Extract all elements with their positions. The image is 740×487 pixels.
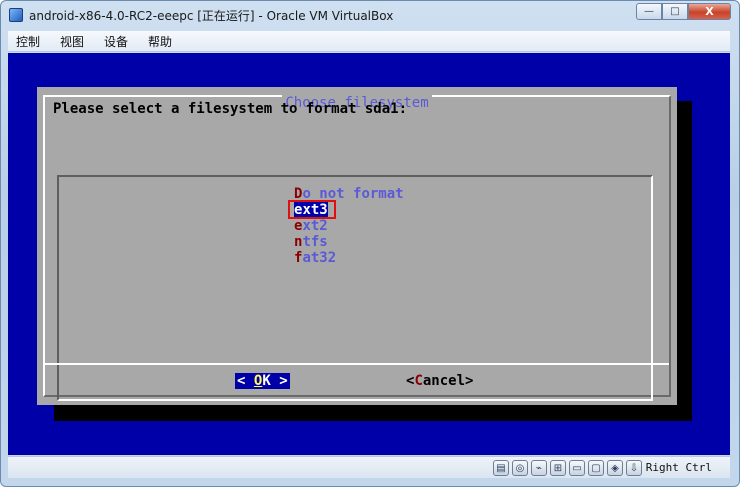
filesystem-list[interactable] (57, 175, 653, 403)
dialog-prompt: Please select a filesystem to format sda… (53, 101, 408, 117)
selection-marker (288, 200, 336, 219)
ok-button[interactable]: < OK > (235, 373, 290, 389)
menu-view[interactable]: 视图 (58, 32, 86, 51)
virtualbox-app-icon (9, 8, 23, 22)
minimize-icon: — (644, 6, 654, 17)
optical-disk-icon[interactable]: ◎ (512, 460, 528, 476)
minimize-button[interactable]: — (636, 3, 662, 20)
maximize-icon: □ (670, 6, 680, 17)
host-key-label: Right Ctrl (645, 461, 712, 474)
cancel-button[interactable]: <Cancel> (406, 373, 473, 389)
close-icon: X (705, 5, 714, 18)
network-icon[interactable]: ⊞ (550, 460, 566, 476)
close-button[interactable]: X (688, 3, 731, 20)
window-title: android-x86-4.0-RC2-eeepc [正在运行] - Oracl… (29, 9, 394, 23)
keyboard-capture-icon[interactable]: ⇩ (626, 460, 642, 476)
listbox-border (57, 175, 653, 401)
filesystem-dialog: Choose filesystem Please select a filesy… (37, 87, 677, 405)
display-icon[interactable]: ▢ (588, 460, 604, 476)
option-fat32[interactable]: fat32 (294, 250, 336, 266)
status-bar: ▤ ◎ ⌁ ⊞ ▭ ▢ ◈ ⇩ Right Ctrl (8, 456, 730, 478)
usb-icon[interactable]: ⌁ (531, 460, 547, 476)
window-controls: — □ X (636, 3, 731, 20)
option-ntfs[interactable]: ntfs (294, 234, 328, 250)
menu-devices[interactable]: 设备 (102, 32, 130, 51)
menu-help[interactable]: 帮助 (146, 32, 174, 51)
hard-disk-icon[interactable]: ▤ (493, 460, 509, 476)
menu-bar: 控制 视图 设备 帮助 (8, 31, 730, 52)
title-bar[interactable]: android-x86-4.0-RC2-eeepc [正在运行] - Oracl… (1, 1, 739, 29)
virtualbox-window: android-x86-4.0-RC2-eeepc [正在运行] - Oracl… (0, 0, 740, 487)
mouse-integration-icon[interactable]: ◈ (607, 460, 623, 476)
status-icons: ▤ ◎ ⌁ ⊞ ▭ ▢ ◈ ⇩ (493, 460, 642, 476)
shared-folders-icon[interactable]: ▭ (569, 460, 585, 476)
option-ext2[interactable]: ext2 (294, 218, 328, 234)
menu-control[interactable]: 控制 (14, 32, 42, 51)
vm-screen[interactable]: Choose filesystem Please select a filesy… (8, 53, 730, 455)
maximize-button[interactable]: □ (662, 3, 688, 20)
button-separator (45, 363, 669, 365)
